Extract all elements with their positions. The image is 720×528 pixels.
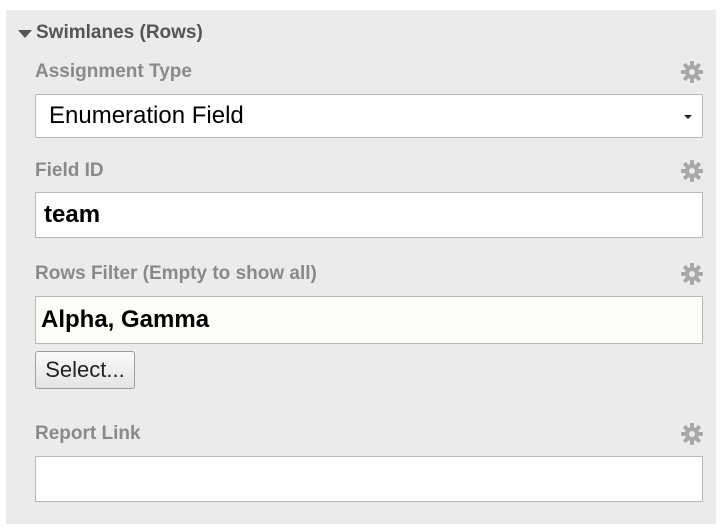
field-id-gear-icon[interactable] [680,159,704,183]
report-link-label: Report Link [35,423,141,444]
swimlanes-panel: Swimlanes (Rows) Assignment Type Enumera… [6,10,716,524]
assignment-type-label: Assignment Type [35,61,192,82]
assignment-type-value: Enumeration Field [49,102,244,129]
report-link-input[interactable] [35,456,703,502]
report-link-gear-icon[interactable] [680,422,704,446]
field-id-label: Field ID [35,160,104,181]
section-header[interactable]: Swimlanes (Rows) [18,20,203,46]
rows-filter-label: Rows Filter (Empty to show all) [35,263,317,284]
select-button[interactable]: Select... [35,351,135,389]
triangle-down-icon[interactable] [18,29,32,38]
rows-filter-input[interactable]: Alpha, Gamma [35,296,703,344]
rows-filter-gear-icon[interactable] [680,262,704,286]
assignment-type-gear-icon[interactable] [680,60,704,84]
field-id-input[interactable]: team [35,192,703,238]
assignment-type-select[interactable]: Enumeration Field [35,94,703,138]
field-id-value: team [44,201,101,228]
rows-filter-value: Alpha, Gamma [41,306,210,333]
chevron-down-icon [684,115,692,119]
section-title: Swimlanes (Rows) [36,22,203,43]
